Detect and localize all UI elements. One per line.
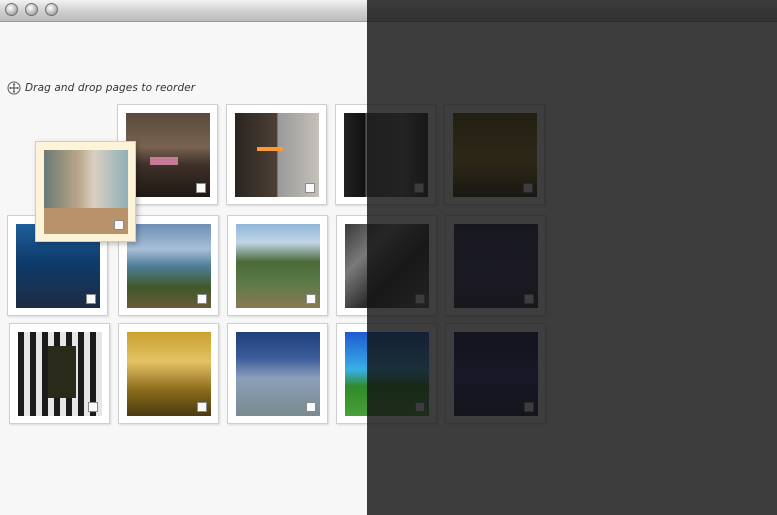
page-thumbnail-bar-counter[interactable] (118, 323, 219, 424)
page-thumbnail-fireplace[interactable] (226, 104, 327, 205)
page-select-checkbox[interactable] (197, 402, 207, 412)
minimize-window-button[interactable] (25, 3, 38, 16)
page-thumbnail-mountain-lake[interactable] (227, 215, 328, 316)
reorder-hint: Drag and drop pages to reorder (7, 80, 195, 96)
page-select-checkbox[interactable] (197, 294, 207, 304)
page-thumbnail-glass-terrace[interactable] (227, 323, 328, 424)
page-thumbnail-striped-hallway[interactable] (9, 323, 110, 424)
reorder-hint-text: Drag and drop pages to reorder (25, 82, 196, 94)
dragged-page-thumbnail[interactable] (35, 141, 136, 242)
page-select-checkbox[interactable] (114, 220, 124, 230)
move-icon (7, 81, 21, 95)
page-select-checkbox[interactable] (196, 183, 206, 193)
page-select-checkbox[interactable] (306, 402, 316, 412)
page-select-checkbox[interactable] (305, 183, 315, 193)
page-select-checkbox[interactable] (88, 402, 98, 412)
dimmed-overlay (367, 0, 777, 515)
close-window-button[interactable] (5, 3, 18, 16)
zoom-window-button[interactable] (45, 3, 58, 16)
page-select-checkbox[interactable] (86, 294, 96, 304)
page-select-checkbox[interactable] (306, 294, 316, 304)
